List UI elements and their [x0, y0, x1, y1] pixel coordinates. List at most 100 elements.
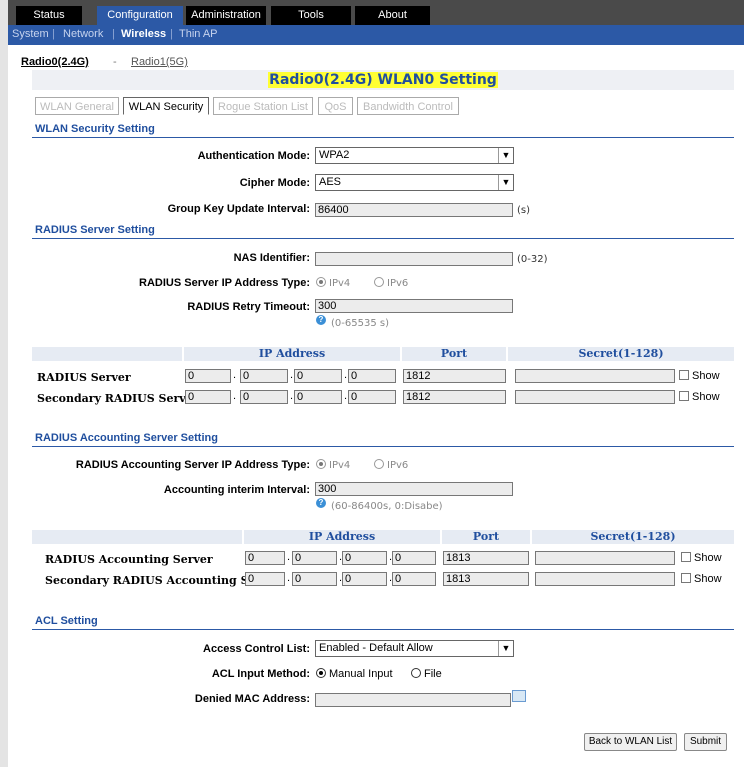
section-divider: [32, 238, 734, 239]
radio1-link[interactable]: Radio1(5G): [131, 56, 188, 68]
acl-section-title: ACL Setting: [35, 615, 98, 627]
radius-retry-label: RADIUS Retry Timeout:: [187, 301, 310, 313]
help-icon[interactable]: ?: [316, 315, 326, 325]
radius-retry-input[interactable]: 300: [315, 299, 513, 313]
subtab-qos[interactable]: QoS: [318, 97, 353, 115]
secondary-radius-ip-octet-2[interactable]: 0: [240, 390, 288, 404]
acl-list-value: Enabled - Default Allow: [319, 642, 433, 654]
accounting-server-label: RADIUS Accounting Server: [45, 553, 213, 566]
secondary-accounting-ip-octet-3[interactable]: 0: [342, 572, 387, 586]
tab-status[interactable]: Status: [16, 6, 82, 25]
secondary-radius-show-checkbox[interactable]: Show: [679, 391, 720, 403]
subnav-network[interactable]: Network: [63, 28, 103, 40]
cipher-mode-select[interactable]: AES ▼: [315, 174, 514, 191]
accounting-server-ip-octet-4[interactable]: 0: [392, 551, 436, 565]
radius-server-port[interactable]: 1812: [403, 369, 506, 383]
acl-method-label: ACL Input Method:: [211, 668, 310, 680]
accounting-server-secret[interactable]: [535, 551, 675, 565]
acl-list-select[interactable]: Enabled - Default Allow ▼: [315, 640, 514, 657]
radio-button-icon: [316, 668, 326, 678]
subnav-system[interactable]: System: [12, 28, 49, 40]
radio-button-icon: [374, 277, 384, 287]
accounting-ip-type-label: RADIUS Accounting Server IP Address Type…: [75, 459, 310, 471]
radius-ipv4-radio[interactable]: IPv4: [316, 277, 350, 289]
accounting-server-ip-octet-2[interactable]: 0: [292, 551, 337, 565]
tab-administration[interactable]: Administration: [186, 6, 266, 25]
secondary-radius-ip-octet-3[interactable]: 0: [294, 390, 342, 404]
accounting-ipv4-radio[interactable]: IPv4: [316, 459, 350, 471]
secondary-accounting-port[interactable]: 1813: [443, 572, 529, 586]
radio0-link[interactable]: Radio0(2.4G): [21, 56, 89, 68]
secondary-accounting-secret[interactable]: [535, 572, 675, 586]
chevron-down-icon: ▼: [498, 641, 513, 656]
radio-button-icon: [411, 668, 421, 678]
accounting-interim-input[interactable]: 300: [315, 482, 513, 496]
chevron-down-icon: ▼: [498, 148, 513, 163]
radio-button-icon: [316, 277, 326, 287]
acl-file-label: File: [424, 668, 442, 680]
secondary-radius-ip-octet-1[interactable]: 0: [185, 390, 231, 404]
subtab-rogue-station-list[interactable]: Rogue Station List: [213, 97, 313, 115]
accounting-ipv6-radio[interactable]: IPv6: [374, 459, 408, 471]
secondary-radius-secret[interactable]: [515, 390, 675, 404]
subtab-bandwidth-control[interactable]: Bandwidth Control: [357, 97, 459, 115]
show-label: Show: [694, 552, 722, 564]
acl-manual-input-label: Manual Input: [329, 668, 393, 680]
checkbox-icon: [679, 391, 689, 401]
table-header-secret: Secret(1-128): [532, 530, 734, 544]
section-divider: [32, 446, 734, 447]
submit-button[interactable]: Submit: [684, 733, 727, 751]
radius-ipv6-radio[interactable]: IPv6: [374, 277, 408, 289]
subnav-thin-ap[interactable]: Thin AP: [179, 28, 218, 40]
radius-server-ip-octet-4[interactable]: 0: [348, 369, 396, 383]
show-label: Show: [692, 391, 720, 403]
ip-dot: .: [290, 369, 294, 381]
nas-identifier-input[interactable]: [315, 252, 513, 266]
radius-server-secret[interactable]: [515, 369, 675, 383]
group-key-input[interactable]: 86400: [315, 203, 513, 217]
tab-about[interactable]: About: [355, 6, 430, 25]
radius-server-ip-octet-2[interactable]: 0: [240, 369, 288, 383]
secondary-radius-ip-octet-4[interactable]: 0: [348, 390, 396, 404]
accounting-server-ip-octet-1[interactable]: 0: [245, 551, 285, 565]
tab-configuration[interactable]: Configuration: [97, 6, 183, 25]
subtab-wlan-security[interactable]: WLAN Security: [123, 97, 209, 115]
radius-server-ip-octet-1[interactable]: 0: [185, 369, 231, 383]
accounting-server-port[interactable]: 1813: [443, 551, 529, 565]
acl-file-radio[interactable]: File: [411, 668, 442, 680]
add-file-icon[interactable]: [512, 690, 526, 702]
radio-button-icon: [374, 459, 384, 469]
back-to-wlan-list-button[interactable]: Back to WLAN List: [584, 733, 677, 751]
help-icon[interactable]: ?: [316, 498, 326, 508]
group-key-label: Group Key Update Interval:: [167, 203, 310, 215]
secondary-accounting-ip-octet-1[interactable]: 0: [245, 572, 285, 586]
ip-dot: .: [233, 369, 237, 381]
radius-server-show-checkbox[interactable]: Show: [679, 370, 720, 382]
page-title-bar: Radio0(2.4G) WLAN0 Setting: [32, 70, 734, 90]
denied-mac-label: Denied MAC Address:: [194, 693, 310, 705]
secondary-accounting-ip-octet-4[interactable]: 0: [392, 572, 436, 586]
denied-mac-input[interactable]: [315, 693, 511, 707]
ip-dot: .: [344, 390, 348, 402]
accounting-server-ip-octet-3[interactable]: 0: [342, 551, 387, 565]
radius-server-label: RADIUS Server: [37, 371, 131, 384]
auth-mode-select[interactable]: WPA2 ▼: [315, 147, 514, 164]
radius-server-ip-octet-3[interactable]: 0: [294, 369, 342, 383]
table-header-port: Port: [402, 347, 506, 361]
checkbox-icon: [679, 370, 689, 380]
secondary-accounting-ip-octet-2[interactable]: 0: [292, 572, 337, 586]
acl-manual-input-radio[interactable]: Manual Input: [316, 668, 393, 680]
tab-tools[interactable]: Tools: [271, 6, 351, 25]
accounting-server-show-checkbox[interactable]: Show: [681, 552, 722, 564]
secondary-radius-port[interactable]: 1812: [403, 390, 506, 404]
nas-identifier-label: NAS Identifier:: [233, 252, 310, 264]
nas-identifier-hint: (0-32): [517, 254, 548, 265]
table-header-ip: IP Address: [244, 530, 440, 544]
radio-link-separator: -: [113, 56, 117, 68]
subnav-wireless[interactable]: Wireless: [121, 28, 166, 40]
cipher-mode-value: AES: [319, 176, 342, 188]
secondary-accounting-show-checkbox[interactable]: Show: [681, 573, 722, 585]
subtab-wlan-general[interactable]: WLAN General: [35, 97, 119, 115]
radio-button-icon: [316, 459, 326, 469]
table-header-ip: IP Address: [184, 347, 400, 361]
